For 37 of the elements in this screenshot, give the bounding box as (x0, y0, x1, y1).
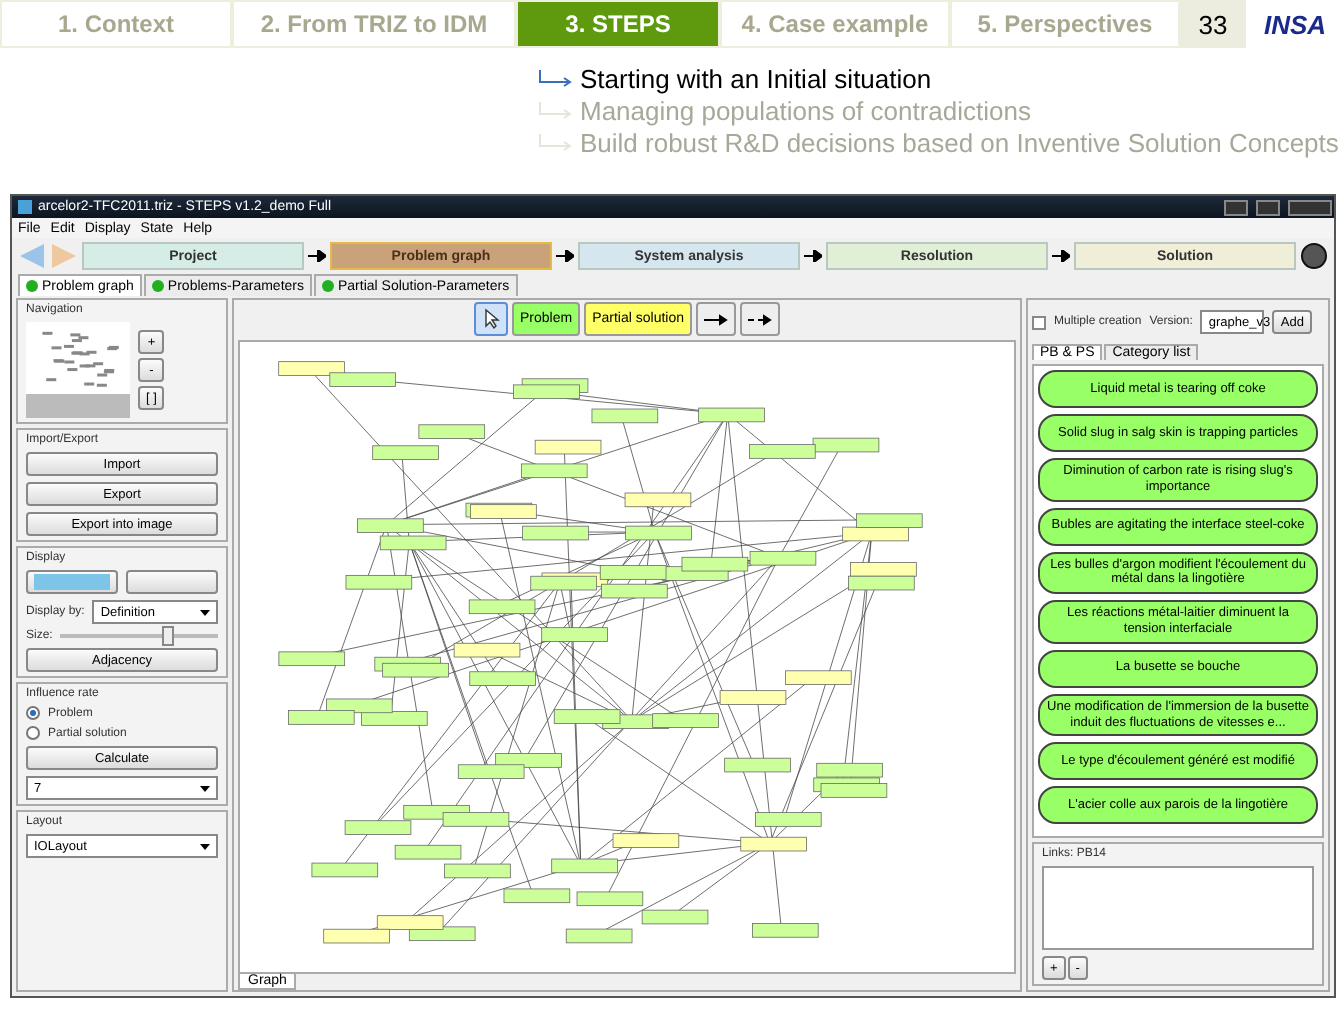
bullet-text: Managing populations of contradictions (580, 96, 1031, 126)
arrow-icon (538, 133, 574, 153)
arrow-icon (538, 69, 574, 89)
radio-button[interactable] (26, 706, 40, 720)
arrow-icon (538, 101, 574, 121)
checkbox[interactable] (1032, 315, 1046, 329)
app-icon (18, 200, 32, 214)
status-dot-icon (151, 280, 164, 292)
tool-button[interactable] (474, 302, 508, 337)
arrow-icon (704, 313, 728, 326)
close-icon[interactable] (1288, 199, 1332, 215)
status-dot-icon (26, 280, 38, 292)
toggle-button[interactable] (126, 570, 218, 594)
tool-button[interactable] (696, 302, 736, 337)
arrow-icon (308, 250, 326, 262)
arrow-icon (1052, 250, 1070, 262)
arrow-icon (556, 250, 574, 262)
graph-nodes[interactable] (278, 361, 923, 944)
caret-icon (200, 843, 210, 849)
minimap-drawing (26, 322, 130, 418)
status-dot-icon (322, 280, 334, 292)
caret-icon (200, 785, 210, 791)
help-icon[interactable] (1300, 242, 1328, 270)
toggle-button[interactable] (26, 570, 118, 594)
radio-button[interactable] (26, 726, 40, 740)
bullet-text: Starting with an Initial situation (580, 64, 932, 94)
pointer-icon (483, 308, 499, 331)
slider-thumb[interactable] (161, 626, 174, 646)
arrow-icon (804, 250, 822, 262)
page-number: 33 (1180, 0, 1246, 48)
dashed-arrow-icon (748, 313, 772, 326)
logo: INSA (1261, 7, 1329, 43)
caret-icon (200, 609, 210, 615)
tool-button[interactable] (740, 302, 780, 337)
bullet-text: Build robust R&D decisions based on Inventive Solution Concepts (580, 128, 1339, 158)
maximize-icon[interactable] (1256, 199, 1280, 215)
minimize-icon[interactable] (1224, 199, 1248, 215)
